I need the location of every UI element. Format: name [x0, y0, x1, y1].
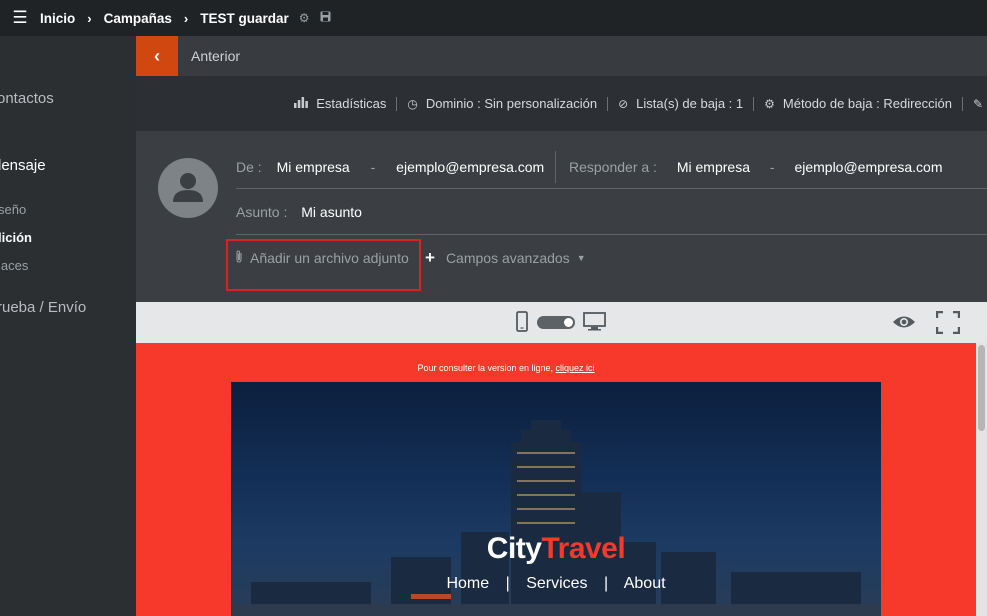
from-email[interactable]: ejemplo@empresa.com	[396, 159, 544, 175]
from-label: De :	[236, 159, 262, 175]
advanced-fields-toggle[interactable]: + Campos avanzados ▼	[425, 248, 586, 268]
device-toggle[interactable]	[537, 316, 575, 329]
hamburger-icon[interactable]: ☰	[0, 8, 40, 28]
chevron-right-icon: ›	[183, 10, 189, 26]
email-preview: Pour consulter la version en ligne, cliq…	[136, 343, 976, 616]
menu-services-link[interactable]: Services	[526, 575, 587, 592]
divider	[236, 234, 987, 235]
sidebar-item-enlaces[interactable]: laces	[0, 258, 134, 273]
edit-icon[interactable]: ✎	[973, 97, 987, 111]
brand-travel: Travel	[541, 532, 626, 565]
reply-to-label: Responder a :	[569, 159, 657, 175]
user-icon	[173, 173, 203, 202]
unsubscribe-lists-label: Lista(s) de baja : 1	[636, 96, 744, 111]
gear-icon: ⚙	[764, 96, 775, 111]
hero-image: CityTravel Home | Services | About	[231, 382, 881, 616]
online-version-line: Pour consulter la version en ligne, cliq…	[136, 363, 876, 373]
divider	[962, 96, 963, 111]
divider	[236, 188, 987, 189]
chevron-left-icon: ‹	[154, 45, 160, 66]
reply-to-separator: -	[769, 159, 775, 175]
previous-label[interactable]: Anterior	[191, 48, 240, 64]
subject-row[interactable]: Asunto : Mi asunto	[236, 204, 362, 220]
from-name[interactable]: Mi empresa	[277, 159, 350, 175]
menu-separator: |	[505, 575, 510, 592]
attachment-highlight-box	[226, 239, 421, 291]
unsubscribe-lists-link[interactable]: ⊘ Lista(s) de baja : 1	[618, 96, 743, 111]
email-nav-menu: Home | Services | About	[231, 575, 881, 593]
fullscreen-icon[interactable]	[935, 310, 961, 339]
sidebar-item-prueba-envio[interactable]: rueba / Envío	[0, 299, 133, 316]
divider	[607, 96, 609, 111]
menu-home-link[interactable]: Home	[446, 575, 489, 592]
unsubscribe-method-link[interactable]: ⚙ Método de baja : Redirección	[764, 96, 952, 111]
plus-icon: +	[425, 248, 435, 267]
chevron-down-icon: ▼	[576, 253, 586, 263]
unsubscribe-method-label: Método de baja : Redirección	[782, 96, 952, 111]
gear-icon[interactable]: ⚙	[299, 11, 310, 25]
scrollbar-thumb[interactable]	[978, 345, 985, 431]
from-separator: -	[370, 159, 376, 175]
desktop-icon[interactable]	[583, 312, 606, 336]
bar-chart-icon	[294, 96, 309, 111]
online-version-link[interactable]: cliquez ici	[556, 363, 595, 373]
advanced-fields-label: Campos avanzados	[445, 250, 570, 266]
ban-icon: ⊘	[618, 96, 629, 111]
preview-scrollbar[interactable]	[976, 343, 987, 616]
from-row[interactable]: De : Mi empresa - ejemplo@empresa.com	[236, 159, 544, 175]
reply-to-email[interactable]: ejemplo@empresa.com	[794, 159, 942, 175]
breadcrumb-current: TEST guardar	[200, 10, 289, 26]
domain-link[interactable]: ◷ Dominio : Sin personalización	[407, 96, 597, 111]
statistics-link[interactable]: Estadísticas	[294, 96, 386, 111]
chevron-right-icon: ›	[87, 10, 92, 26]
menu-about-link[interactable]: About	[624, 575, 666, 592]
divider	[555, 151, 556, 183]
subject-value[interactable]: Mi asunto	[301, 204, 362, 220]
breadcrumb-inicio[interactable]: Inicio	[40, 11, 75, 26]
avatar	[158, 158, 218, 218]
online-version-text: Pour consulter la version en ligne,	[417, 363, 554, 373]
preview-toolbar	[136, 302, 987, 343]
brand-city: City	[486, 532, 542, 565]
reply-to-row[interactable]: Responder a : Mi empresa - ejemplo@empre…	[569, 159, 942, 175]
top-bar: ☰ Inicio › Campañas › TEST guardar ⚙	[0, 0, 987, 36]
domain-label: Dominio : Sin personalización	[425, 96, 598, 111]
divider	[753, 96, 755, 111]
sidebar-item-contactos[interactable]: ontactos	[0, 90, 133, 107]
breadcrumb-campanas[interactable]: Campañas	[104, 11, 172, 26]
statistics-label: Estadísticas	[316, 96, 387, 111]
divider	[396, 96, 398, 111]
sidebar-item-diseno[interactable]: seño	[0, 202, 134, 217]
mobile-icon[interactable]	[516, 311, 528, 337]
reply-to-name[interactable]: Mi empresa	[677, 159, 750, 175]
brand-logo: CityTravel	[231, 532, 881, 566]
back-button[interactable]: ‹	[136, 36, 178, 76]
stats-bar: Estadísticas ◷ Dominio : Sin personaliza…	[136, 76, 987, 131]
save-icon[interactable]	[320, 11, 331, 25]
sidebar: ontactos lensaje seño lición laces rueba…	[0, 36, 136, 616]
sidebar-item-mensaje[interactable]: lensaje	[0, 157, 134, 174]
subject-label: Asunto :	[236, 204, 288, 220]
toggle-knob	[564, 318, 573, 327]
previous-bar: ‹ Anterior	[136, 36, 987, 76]
clock-icon: ◷	[407, 96, 418, 111]
menu-separator: |	[604, 575, 609, 592]
eye-icon[interactable]	[892, 314, 916, 335]
sidebar-item-edicion[interactable]: lición	[0, 230, 134, 245]
